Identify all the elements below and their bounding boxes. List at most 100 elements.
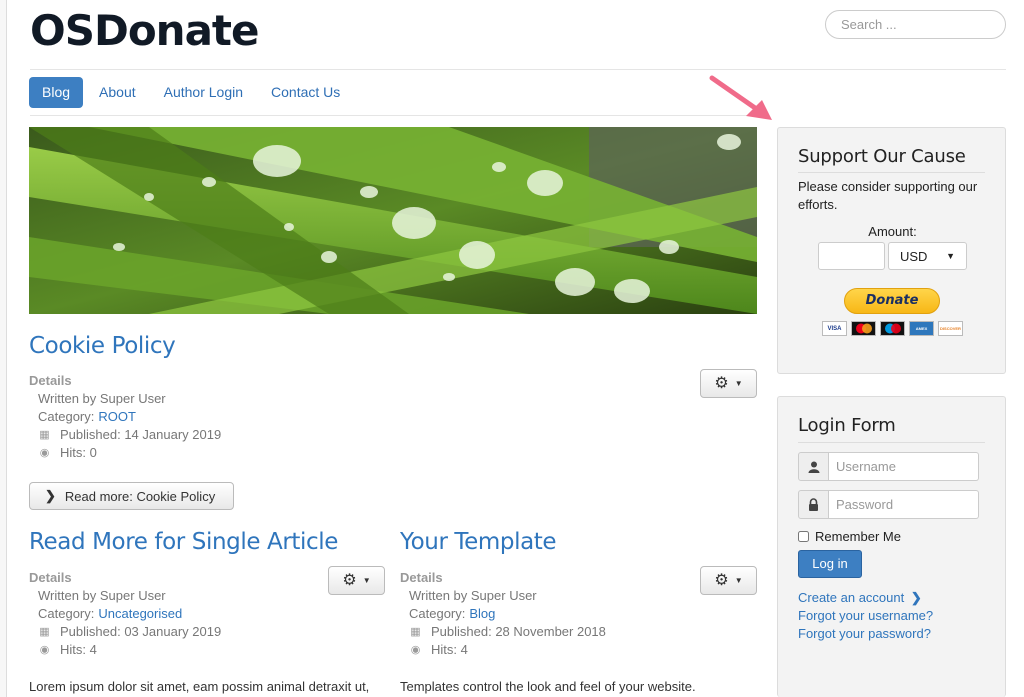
article-tools-button[interactable]: ⚙ ▼	[700, 566, 757, 595]
support-title: Support Our Cause	[798, 146, 966, 167]
hits-text: Hits: 4	[60, 642, 97, 657]
caret-down-icon: ▼	[734, 379, 743, 388]
category-link[interactable]: Uncategorised	[98, 605, 182, 623]
forgot-password-link[interactable]: Forgot your password?	[798, 626, 931, 641]
article-title[interactable]: Cookie Policy	[29, 333, 176, 359]
gear-icon: ⚙	[342, 571, 357, 589]
article-title[interactable]: Your Template	[400, 529, 557, 555]
search-input[interactable]	[825, 10, 1006, 39]
caret-down-icon: ▼	[734, 576, 743, 585]
published: ▦ Published: 14 January 2019	[29, 426, 221, 444]
remember-me: Remember Me	[798, 529, 901, 544]
article-info: Details Written by Super User Category: R…	[29, 372, 221, 462]
remember-me-label: Remember Me	[815, 529, 901, 544]
author: Written by Super User	[400, 587, 606, 605]
article-title[interactable]: Read More for Single Article	[29, 529, 338, 555]
create-account-label: Create an account	[798, 590, 905, 605]
hits-text: Hits: 0	[60, 445, 97, 460]
article-info-header: Details	[29, 373, 72, 388]
category-label: Category:	[38, 606, 95, 621]
category: Category: Blog	[400, 605, 606, 623]
author: Written by Super User	[29, 390, 221, 408]
support-text: Please consider supporting our efforts.	[798, 179, 978, 212]
password-field	[798, 490, 979, 519]
amount-input[interactable]	[818, 242, 885, 270]
category-label: Category:	[38, 409, 95, 424]
hits: ◉ Hits: 4	[29, 641, 221, 659]
maestro-card-icon	[880, 321, 905, 336]
published-text: Published: 03 January 2019	[60, 624, 222, 639]
page-left-border	[0, 0, 7, 697]
pointer-arrow-icon	[709, 75, 772, 120]
category: Category: ROOT	[29, 408, 221, 426]
chevron-right-icon: ❯	[910, 590, 922, 605]
nav-item-contact-us[interactable]: Contact Us	[259, 77, 352, 108]
main-nav: Blog About Author Login Contact Us	[29, 77, 352, 108]
article-excerpt: Lorem ipsum dolor sit amet, eam possim a…	[29, 679, 370, 694]
category-link[interactable]: Blog	[469, 605, 495, 623]
donate-button[interactable]: Donate	[844, 288, 940, 314]
support-panel: Support Our Cause Please consider suppor…	[777, 127, 1006, 374]
nav-item-blog[interactable]: Blog	[29, 77, 84, 108]
hits: ◉ Hits: 0	[29, 444, 221, 462]
discover-card-icon: DISCOVER	[938, 321, 963, 336]
user-icon	[798, 452, 829, 481]
calendar-icon: ▦	[410, 626, 421, 638]
mastercard-card-icon	[851, 321, 876, 336]
caret-down-icon: ▼	[946, 251, 955, 261]
lock-icon	[798, 490, 829, 519]
gear-icon: ⚙	[714, 374, 729, 392]
gear-icon: ⚙	[714, 571, 729, 589]
currency-select[interactable]: USD ▼	[888, 242, 967, 270]
published: ▦ Published: 03 January 2019	[29, 623, 221, 641]
article-info-header: Details	[29, 570, 72, 585]
published-text: Published: 14 January 2019	[60, 427, 222, 442]
read-more-label: Read more: Cookie Policy	[64, 488, 216, 504]
password-input[interactable]	[829, 490, 979, 519]
login-panel: Login Form Remember Me Log in Create an …	[777, 396, 1006, 697]
visa-card-icon: VISA	[822, 321, 847, 336]
support-divider	[798, 172, 985, 173]
eye-icon: ◉	[39, 644, 50, 656]
username-input[interactable]	[829, 452, 979, 481]
caret-down-icon: ▼	[362, 576, 371, 585]
amount-label: Amount:	[868, 224, 917, 239]
login-button[interactable]: Log in	[798, 550, 862, 578]
create-account-link[interactable]: Create an account ❯	[798, 590, 922, 606]
author: Written by Super User	[29, 587, 221, 605]
site-brand[interactable]: OSDonate	[30, 6, 259, 55]
category-link[interactable]: ROOT	[98, 408, 136, 426]
nav-divider	[30, 115, 758, 116]
eye-icon: ◉	[410, 644, 421, 656]
calendar-icon: ▦	[39, 429, 50, 441]
chevron-right-icon: ❯	[45, 488, 56, 503]
amex-card-icon: AMEX	[909, 321, 934, 336]
header-divider	[30, 69, 1006, 70]
category: Category: Uncategorised	[29, 605, 221, 623]
author-text: Written by Super User	[409, 588, 537, 603]
login-divider	[798, 442, 985, 443]
hits-text: Hits: 4	[431, 642, 468, 657]
article-excerpt: Templates control the look and feel of y…	[400, 679, 696, 694]
nav-item-author-login[interactable]: Author Login	[152, 77, 255, 108]
hero-image	[29, 127, 757, 314]
currency-value: USD	[900, 248, 928, 264]
category-label: Category:	[409, 606, 466, 621]
forgot-username-link[interactable]: Forgot your username?	[798, 608, 933, 623]
article-info-header: Details	[400, 570, 443, 585]
article-tools-button[interactable]: ⚙ ▼	[328, 566, 385, 595]
payment-cards: VISA AMEX DISCOVER	[822, 321, 963, 336]
article-tools-button[interactable]: ⚙ ▼	[700, 369, 757, 398]
author-text: Written by Super User	[38, 391, 166, 406]
article-info: Details Written by Super User Category: B…	[400, 569, 606, 659]
nav-item-about[interactable]: About	[87, 77, 148, 108]
article-info: Details Written by Super User Category: U…	[29, 569, 221, 659]
published-text: Published: 28 November 2018	[431, 624, 606, 639]
author-text: Written by Super User	[38, 588, 166, 603]
remember-me-checkbox[interactable]	[798, 531, 809, 542]
hits: ◉ Hits: 4	[400, 641, 606, 659]
read-more-button[interactable]: ❯ Read more: Cookie Policy	[29, 482, 234, 510]
username-field	[798, 452, 979, 481]
eye-icon: ◉	[39, 447, 50, 459]
login-title: Login Form	[798, 415, 896, 436]
